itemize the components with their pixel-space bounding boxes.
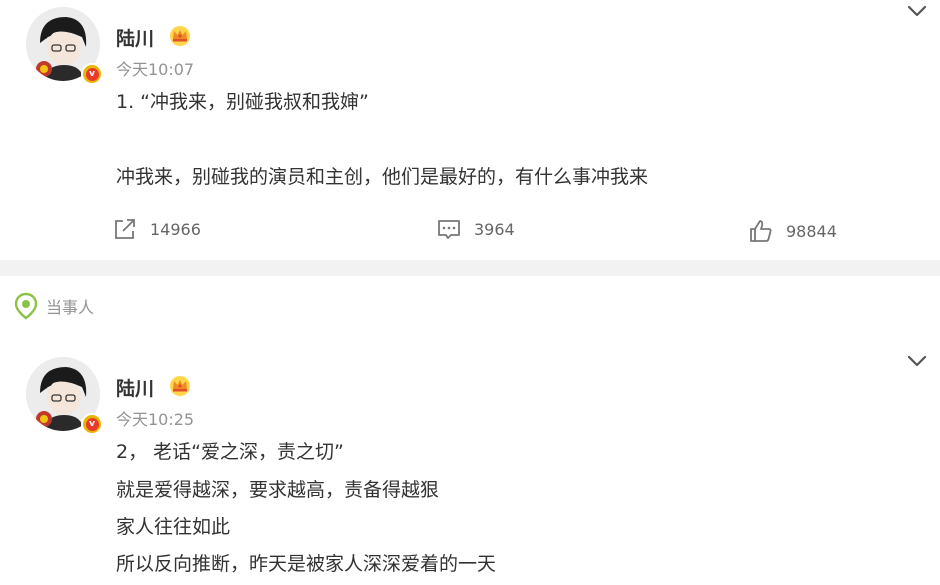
comment-button[interactable]: 3964 — [436, 216, 515, 242]
post-text-line: 2， 老话“爱之深，责之切” — [116, 441, 344, 463]
comment-icon — [438, 220, 460, 239]
post-card-2: v 陆川 今天10:25 2， 老话“爱之深，责之切” 就是爱得越深，要求越高，… — [0, 340, 940, 585]
post-text-line: 就是爱得越深，要求越高，责备得越狠 — [116, 479, 440, 501]
vip-crown-icon — [170, 376, 190, 396]
verified-badge-icon: v — [81, 63, 103, 85]
author-name[interactable]: 陆川 — [116, 374, 154, 401]
post-card-1: v 陆川 今天10:07 1. “冲我来，别碰我叔和我婶” 冲我来，别碰我的演员… — [0, 0, 940, 260]
like-button[interactable]: 98844 — [748, 218, 837, 244]
post-text-line: 冲我来，别碰我的演员和主创，他们是最好的，有什么事冲我来 — [116, 166, 649, 188]
like-count: 98844 — [786, 221, 837, 241]
post-text-line: 家人往往如此 — [116, 516, 231, 538]
location-pin-icon — [14, 292, 38, 320]
post-text-line: 1. “冲我来，别碰我叔和我婶” — [116, 91, 369, 113]
chevron-down-icon[interactable] — [906, 4, 928, 18]
vip-crown-icon — [170, 26, 190, 46]
repost-count: 14966 — [150, 219, 201, 239]
topic-tag-label: 当事人 — [46, 298, 95, 317]
section-divider — [0, 260, 940, 276]
author-name[interactable]: 陆川 — [116, 24, 154, 51]
post-time[interactable]: 今天10:25 — [116, 406, 194, 430]
post-time[interactable]: 今天10:07 — [116, 56, 194, 80]
verified-badge-icon: v — [81, 413, 103, 435]
repost-button[interactable]: 14966 — [112, 216, 201, 242]
thumbs-up-icon — [750, 220, 772, 242]
repost-icon — [115, 219, 135, 239]
topic-tag[interactable]: 当事人 — [14, 292, 94, 320]
post-text-line: 所以反向推断，昨天是被家人深深爱着的一天 — [116, 553, 497, 575]
chevron-down-icon[interactable] — [906, 354, 928, 368]
comment-count: 3964 — [474, 219, 515, 239]
